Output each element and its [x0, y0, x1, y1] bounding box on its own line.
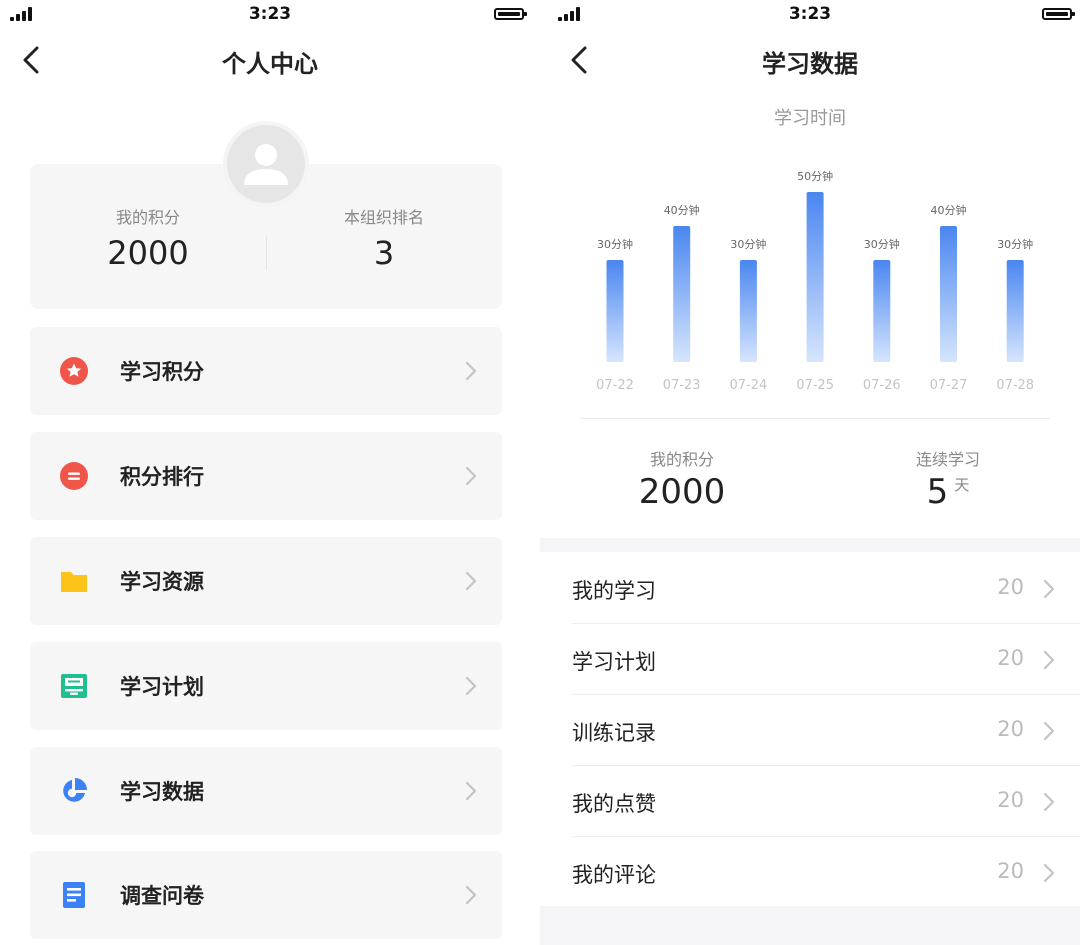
bar-value-label: 40分钟 — [931, 203, 967, 217]
row-count: 20 — [997, 788, 1024, 812]
page-title: 学习数据 — [762, 50, 858, 78]
bar-value-label: 30分钟 — [997, 237, 1033, 251]
chevron-right-icon — [465, 781, 477, 801]
chevron-right-icon — [1043, 650, 1055, 670]
chevron-right-icon — [465, 466, 477, 486]
nav-bar: 个人中心 — [0, 36, 540, 84]
plan-tray-icon — [61, 674, 87, 698]
points-label: 我的积分 — [649, 450, 714, 469]
row-label: 我的评论 — [572, 863, 656, 887]
chart-bar — [739, 260, 757, 362]
study-time-chart: 30分钟 07-22 40分钟 07-23 30分钟 07-24 50分钟 07-25 30分钟… — [596, 169, 1034, 393]
menu-item-survey[interactable]: 调查问卷 — [30, 851, 502, 939]
x-tick-label: 07-22 — [596, 378, 634, 393]
chart-bar — [673, 226, 691, 362]
bar-value-label: 30分钟 — [730, 237, 766, 251]
points-value: 2000 — [107, 234, 189, 272]
menu-label: 调查问卷 — [120, 884, 204, 908]
bar-value-label: 50分钟 — [797, 169, 833, 183]
row-count: 20 — [997, 646, 1024, 670]
folder-icon — [61, 572, 87, 592]
chart-subtitle: 学习时间 — [774, 108, 846, 129]
pie-chart-icon — [63, 778, 87, 802]
page-title: 个人中心 — [222, 50, 318, 78]
points-value: 2000 — [638, 472, 726, 512]
menu-label: 学习积分 — [120, 360, 204, 384]
chevron-right-icon — [1043, 579, 1055, 599]
list-row-study-plan[interactable]: 学习计划 20 — [572, 624, 1080, 695]
menu-label: 学习资源 — [120, 570, 204, 594]
status-time: 3:23 — [788, 4, 832, 24]
bar-value-label: 40分钟 — [664, 203, 700, 217]
battery-icon — [1042, 8, 1075, 20]
x-tick-label: 07-24 — [730, 378, 768, 393]
x-tick-label: 07-23 — [663, 378, 701, 393]
chart-bar — [606, 260, 624, 362]
document-icon — [63, 882, 85, 908]
streak-label: 连续学习 — [915, 450, 980, 469]
points-stat: 我的积分 2000 — [600, 446, 764, 512]
chart-bar — [806, 192, 824, 362]
list-row-my-comments[interactable]: 我的评论 20 — [572, 837, 1080, 908]
menu-item-study-points[interactable]: 学习积分 — [30, 327, 502, 415]
menu-item-study-data[interactable]: 学习数据 — [30, 747, 502, 835]
chevron-right-icon — [465, 676, 477, 696]
rank-stat: 本组织排名 3 — [266, 204, 502, 272]
section-divider — [580, 418, 1050, 419]
avatar[interactable] — [227, 125, 305, 203]
menu-label: 学习计划 — [120, 675, 204, 699]
ranking-list-icon — [60, 462, 88, 490]
user-icon — [244, 144, 288, 185]
row-label: 我的点赞 — [572, 792, 656, 816]
list-row-training-records[interactable]: 训练记录 20 — [572, 695, 1080, 766]
star-badge-icon — [60, 357, 88, 385]
section-gap — [540, 538, 1080, 552]
bar-value-label: 30分钟 — [864, 237, 900, 251]
row-count: 20 — [997, 859, 1024, 883]
chevron-right-icon — [1043, 721, 1055, 741]
chevron-right-icon — [1043, 792, 1055, 812]
list-row-my-likes[interactable]: 我的点赞 20 — [572, 766, 1080, 837]
menu-item-study-plan[interactable]: 学习计划 — [30, 642, 502, 730]
status-bar: 3:23 — [540, 0, 1080, 28]
battery-icon — [494, 8, 527, 20]
streak-stat: 连续学习 5天 — [866, 446, 1030, 512]
menu-label: 积分排行 — [120, 465, 204, 489]
profile-screen: 3:23 个人中心 我的积分 2000 本组织排名 3 学习积分 积分排行 学习… — [0, 0, 540, 945]
menu-label: 学习数据 — [120, 780, 204, 804]
bar-value-label: 30分钟 — [597, 237, 633, 251]
chevron-right-icon — [465, 361, 477, 381]
list-row-my-study[interactable]: 我的学习 20 — [572, 553, 1080, 624]
chart-bar — [1006, 260, 1024, 362]
rank-value: 3 — [373, 234, 395, 272]
chevron-right-icon — [1043, 863, 1055, 883]
menu-item-points-ranking[interactable]: 积分排行 — [30, 432, 502, 520]
streak-value: 5 — [926, 472, 949, 512]
bottom-area — [540, 906, 1080, 945]
status-time: 3:23 — [248, 4, 292, 24]
x-tick-label: 07-28 — [996, 378, 1034, 393]
chevron-right-icon — [465, 571, 477, 591]
streak-value-wrap: 5天 — [866, 472, 1030, 512]
chart-bar — [940, 226, 957, 362]
row-label: 训练记录 — [572, 721, 656, 745]
menu-item-study-resources[interactable]: 学习资源 — [30, 537, 502, 625]
row-label: 学习计划 — [572, 650, 656, 674]
status-bar: 3:23 — [0, 0, 540, 28]
chart-bar — [873, 260, 891, 362]
row-label: 我的学习 — [572, 579, 656, 603]
streak-unit: 天 — [954, 476, 970, 494]
points-stat: 我的积分 2000 — [30, 204, 266, 272]
rank-label: 本组织排名 — [343, 208, 424, 227]
row-count: 20 — [997, 575, 1024, 599]
row-count: 20 — [997, 717, 1024, 741]
nav-bar: 学习数据 — [540, 36, 1080, 84]
chevron-right-icon — [465, 885, 477, 905]
x-tick-label: 07-25 — [796, 378, 834, 393]
points-label: 我的积分 — [115, 208, 180, 227]
x-tick-label: 07-26 — [863, 378, 901, 393]
study-data-screen: 3:23 学习数据 学习时间 30分钟 07-22 40分钟 07-23 30分钟 07-… — [540, 0, 1080, 945]
x-tick-label: 07-27 — [930, 378, 968, 393]
